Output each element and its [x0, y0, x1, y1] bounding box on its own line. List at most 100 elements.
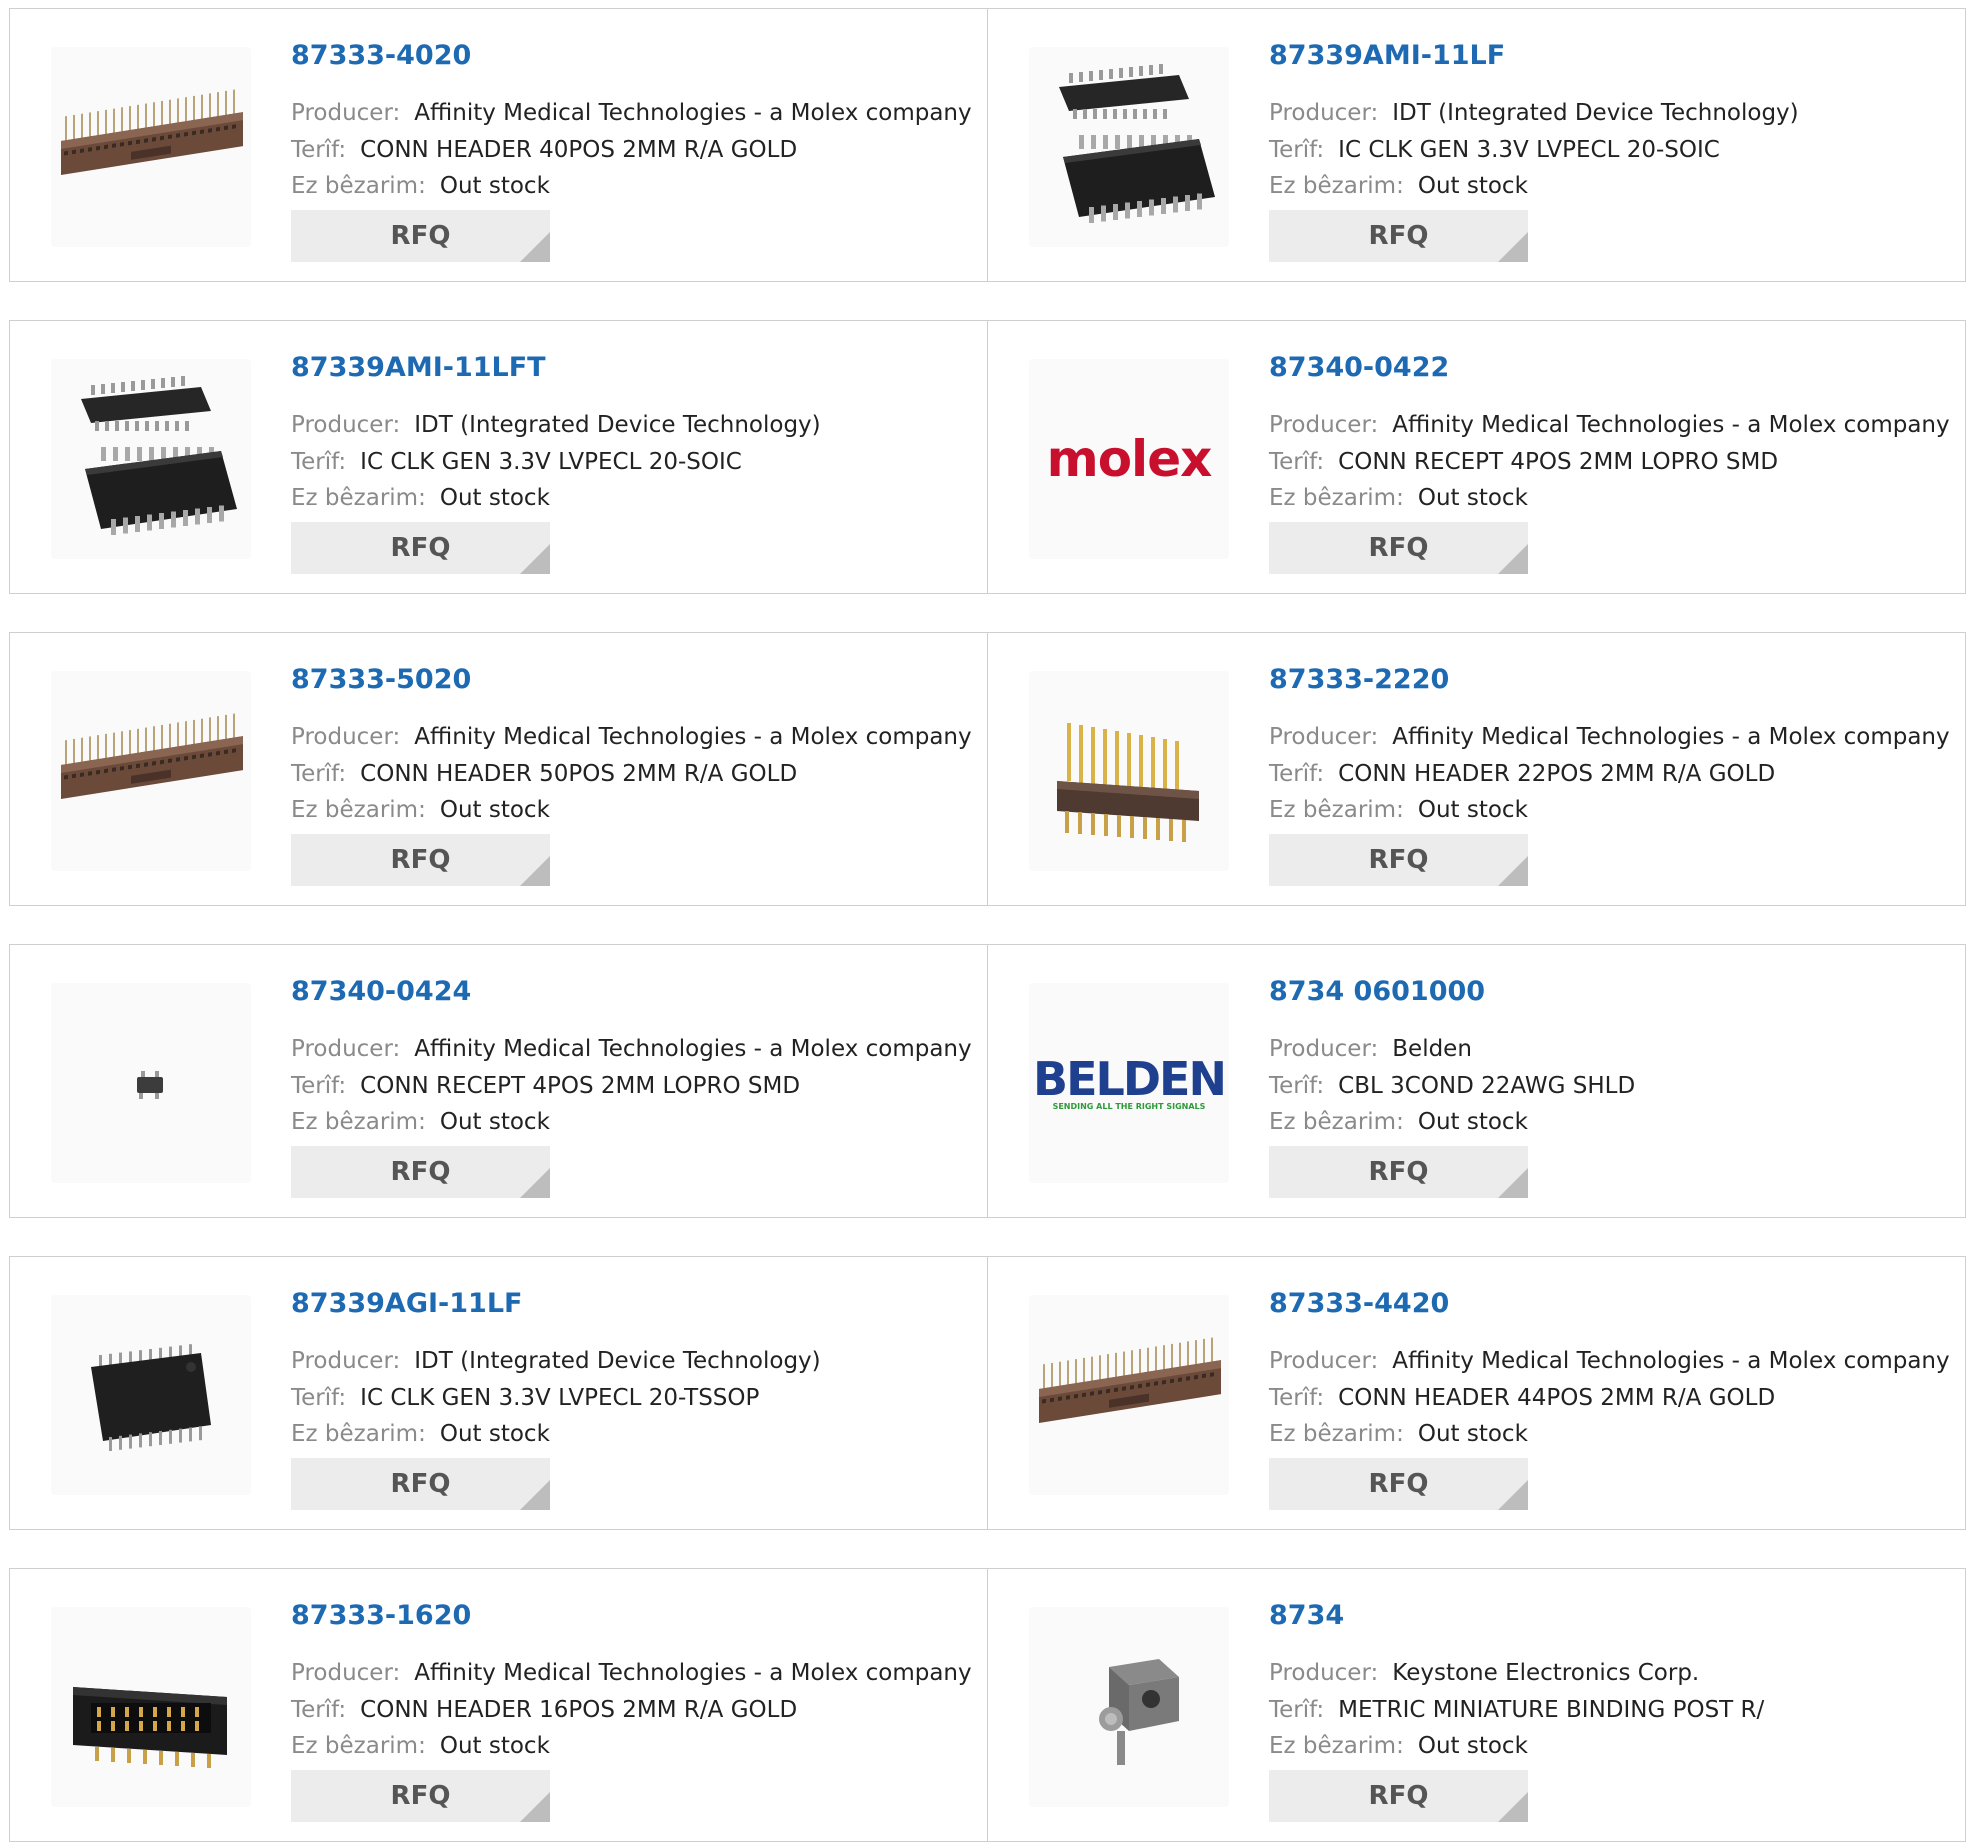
product-card: 8734 Producer: Keystone Electronics Corp.…: [988, 1569, 1965, 1841]
product-image[interactable]: [1029, 671, 1229, 871]
description-label: Terîf:: [291, 1385, 347, 1411]
rfq-button[interactable]: RFQ: [291, 522, 550, 574]
corner-decoration: [1498, 544, 1528, 574]
stock-label: Ez bêzarim:: [291, 485, 426, 511]
rfq-button[interactable]: RFQ: [1269, 1458, 1528, 1510]
product-image[interactable]: BELDEN SENDING ALL THE RIGHT SIGNALS: [1029, 983, 1229, 1183]
product-part-number-link[interactable]: 87339AMI-11LF: [1269, 40, 1505, 71]
rfq-button[interactable]: RFQ: [1269, 1146, 1528, 1198]
rfq-button[interactable]: RFQ: [291, 210, 550, 262]
rfq-label: RFQ: [1368, 1157, 1429, 1187]
rfq-button[interactable]: RFQ: [1269, 1770, 1528, 1822]
producer-label: Producer:: [1269, 1660, 1379, 1686]
description-label: Terîf:: [1269, 1697, 1325, 1723]
rfq-label: RFQ: [390, 845, 451, 875]
stock-label: Ez bêzarim:: [291, 173, 426, 199]
description-value: IC CLK GEN 3.3V LVPECL 20-TSSOP: [360, 1385, 760, 1411]
rfq-label: RFQ: [1368, 845, 1429, 875]
product-image[interactable]: [1029, 1607, 1229, 1807]
producer-label: Producer:: [1269, 724, 1379, 750]
product-image[interactable]: [51, 47, 251, 247]
product-row: 87340-0424 Producer: Affinity Medical Tec…: [9, 944, 1966, 1218]
stock-line: Ez bêzarim: Out stock: [1269, 1109, 1528, 1135]
stock-line: Ez bêzarim: Out stock: [1269, 797, 1528, 823]
product-part-number-link[interactable]: 87333-4420: [1269, 1288, 1449, 1319]
producer-value: Affinity Medical Technologies - a Molex …: [414, 724, 972, 750]
producer-label: Producer:: [1269, 100, 1379, 126]
stock-line: Ez bêzarim: Out stock: [291, 173, 550, 199]
stock-line: Ez bêzarim: Out stock: [1269, 485, 1528, 511]
corner-decoration: [1498, 1792, 1528, 1822]
producer-value: Affinity Medical Technologies - a Molex …: [1392, 412, 1950, 438]
producer-line: Producer: Affinity Medical Technologies -…: [1269, 412, 1950, 438]
product-part-number-link[interactable]: 87333-2220: [1269, 664, 1449, 695]
product-part-number-link[interactable]: 8734 0601000: [1269, 976, 1485, 1007]
stock-value: Out stock: [439, 485, 550, 511]
stock-line: Ez bêzarim: Out stock: [1269, 173, 1528, 199]
product-image[interactable]: [51, 983, 251, 1183]
product-row: 87333-5020 Producer: Affinity Medical Tec…: [9, 632, 1966, 906]
rfq-button[interactable]: RFQ: [1269, 522, 1528, 574]
description-line: Terîf: CONN HEADER 22POS 2MM R/A GOLD: [1269, 761, 1775, 787]
product-part-number-link[interactable]: 87340-0424: [291, 976, 471, 1007]
product-part-number-link[interactable]: 87333-5020: [291, 664, 471, 695]
description-label: Terîf:: [1269, 1073, 1325, 1099]
producer-label: Producer:: [291, 1660, 401, 1686]
product-part-number-link[interactable]: 87339AMI-11LFT: [291, 352, 546, 383]
producer-line: Producer: IDT (Integrated Device Technolo…: [1269, 100, 1799, 126]
producer-line: Producer: Affinity Medical Technologies -…: [291, 724, 972, 750]
product-part-number-link[interactable]: 87339AGI-11LF: [291, 1288, 522, 1319]
product-image[interactable]: [51, 1607, 251, 1807]
producer-value: Affinity Medical Technologies - a Molex …: [414, 1660, 972, 1686]
description-label: Terîf:: [1269, 1385, 1325, 1411]
producer-line: Producer: Belden: [1269, 1036, 1472, 1062]
producer-value: Affinity Medical Technologies - a Molex …: [1392, 1348, 1950, 1374]
corner-decoration: [520, 1168, 550, 1198]
producer-value: Belden: [1392, 1036, 1472, 1062]
rfq-label: RFQ: [1368, 1781, 1429, 1811]
producer-label: Producer:: [1269, 412, 1379, 438]
product-image[interactable]: [1029, 1295, 1229, 1495]
product-part-number-link[interactable]: 87333-4020: [291, 40, 471, 71]
stock-line: Ez bêzarim: Out stock: [291, 485, 550, 511]
product-part-number-link[interactable]: 87333-1620: [291, 1600, 471, 1631]
rfq-label: RFQ: [390, 1157, 451, 1187]
corner-decoration: [520, 544, 550, 574]
producer-line: Producer: IDT (Integrated Device Technolo…: [291, 1348, 821, 1374]
description-value: CONN HEADER 16POS 2MM R/A GOLD: [360, 1697, 798, 1723]
producer-line: Producer: Affinity Medical Technologies -…: [1269, 1348, 1950, 1374]
product-row: 87339AMI-11LFT Producer: IDT (Integrated …: [9, 320, 1966, 594]
product-image[interactable]: molex: [1029, 359, 1229, 559]
description-label: Terîf:: [291, 761, 347, 787]
product-image[interactable]: [51, 359, 251, 559]
product-part-number-link[interactable]: 8734: [1269, 1600, 1344, 1631]
rfq-button[interactable]: RFQ: [291, 1770, 550, 1822]
description-line: Terîf: IC CLK GEN 3.3V LVPECL 20-TSSOP: [291, 1385, 759, 1411]
stock-value: Out stock: [1417, 173, 1528, 199]
rfq-button[interactable]: RFQ: [291, 1458, 550, 1510]
description-value: CONN RECEPT 4POS 2MM LOPRO SMD: [360, 1073, 801, 1099]
description-value: CONN HEADER 44POS 2MM R/A GOLD: [1338, 1385, 1776, 1411]
product-card: 87333-4020 Producer: Affinity Medical Tec…: [10, 9, 988, 281]
product-card: 87333-4420 Producer: Affinity Medical Tec…: [988, 1257, 1965, 1529]
producer-line: Producer: Keystone Electronics Corp.: [1269, 1660, 1699, 1686]
stock-value: Out stock: [439, 1421, 550, 1447]
product-image[interactable]: [1029, 47, 1229, 247]
rfq-button[interactable]: RFQ: [1269, 210, 1528, 262]
description-label: Terîf:: [291, 1073, 347, 1099]
rfq-button[interactable]: RFQ: [291, 1146, 550, 1198]
product-part-number-link[interactable]: 87340-0422: [1269, 352, 1449, 383]
producer-line: Producer: Affinity Medical Technologies -…: [1269, 724, 1950, 750]
rfq-label: RFQ: [390, 221, 451, 251]
product-image[interactable]: [51, 1295, 251, 1495]
producer-label: Producer:: [291, 1036, 401, 1062]
stock-value: Out stock: [1417, 1421, 1528, 1447]
product-image[interactable]: [51, 671, 251, 871]
producer-label: Producer:: [291, 724, 401, 750]
stock-label: Ez bêzarim:: [291, 797, 426, 823]
corner-decoration: [520, 856, 550, 886]
rfq-button[interactable]: RFQ: [1269, 834, 1528, 886]
rfq-button[interactable]: RFQ: [291, 834, 550, 886]
description-value: METRIC MINIATURE BINDING POST R/: [1338, 1697, 1765, 1723]
description-line: Terîf: CONN HEADER 16POS 2MM R/A GOLD: [291, 1697, 797, 1723]
